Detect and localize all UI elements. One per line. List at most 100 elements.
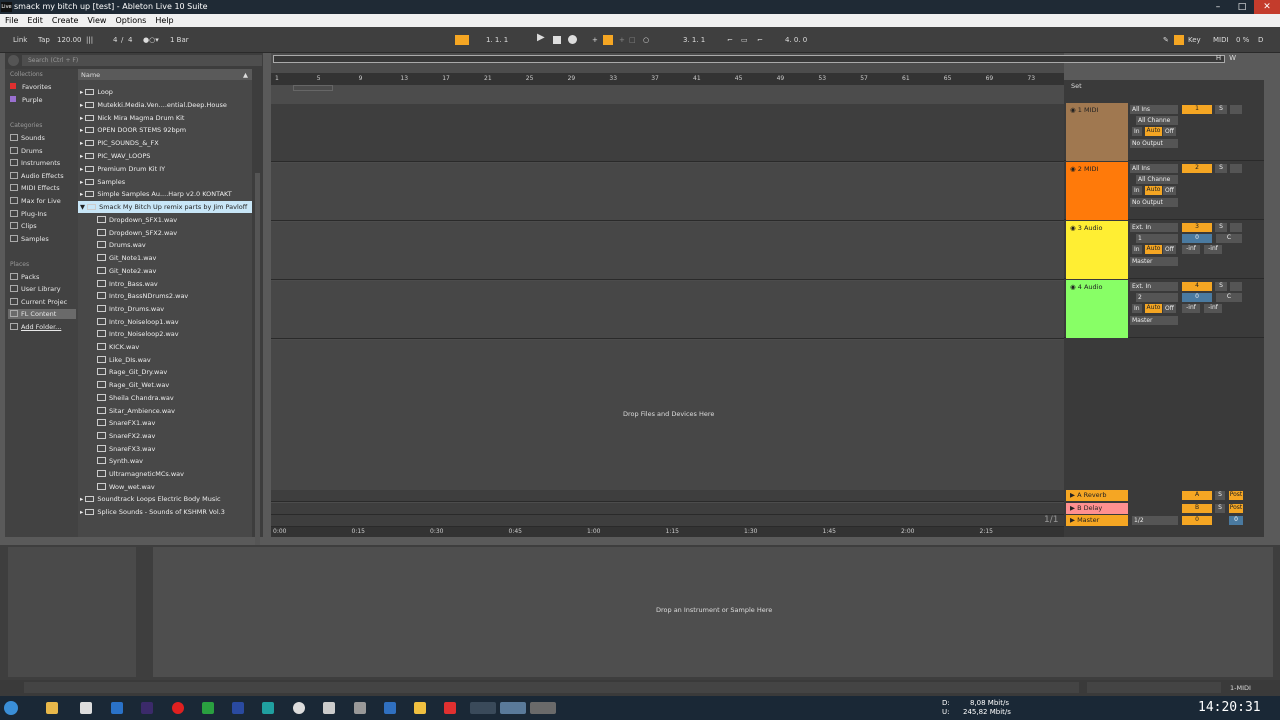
track-header[interactable]: ◉ 3 Audio	[1066, 221, 1128, 279]
fold-icon[interactable]: ◉	[1070, 165, 1078, 173]
sidebar-item-midi-effects[interactable]: MIDI Effects	[10, 184, 60, 192]
tempo-field[interactable]: 120.00	[57, 35, 82, 45]
pan-field[interactable]: C	[1216, 293, 1242, 302]
loop-start-field[interactable]: 3. 1. 1	[683, 35, 705, 45]
menu-edit[interactable]: Edit	[22, 14, 47, 25]
fold-icon[interactable]: ◉	[1070, 283, 1078, 291]
volume-field[interactable]: 0	[1182, 234, 1212, 243]
draw-mode-icon[interactable]: ✎	[1163, 35, 1169, 45]
monitor-off-button[interactable]: Off	[1163, 304, 1176, 313]
opera-icon[interactable]	[172, 702, 184, 714]
arm-button[interactable]	[1230, 223, 1242, 232]
file-item[interactable]: Like_DIs.wav	[97, 354, 151, 366]
folder-item[interactable]: ▸ Samples	[80, 176, 125, 188]
monitor-off-button[interactable]: Off	[1163, 245, 1176, 254]
browser-toggle-icon[interactable]	[8, 55, 19, 66]
folder-item[interactable]: ▸ PIC_SOUNDS_&_FX	[80, 137, 159, 149]
input-type-select[interactable]: Ext. In	[1130, 223, 1178, 232]
stop-icon[interactable]	[553, 36, 561, 44]
search-input[interactable]: Search (Ctrl + F)	[22, 55, 262, 66]
return-lane-a[interactable]	[271, 490, 1064, 502]
input-type-select[interactable]: Ext. In	[1130, 282, 1178, 291]
track-header[interactable]: ◉ 1 MIDI	[1066, 103, 1128, 161]
folder-item[interactable]: ▸ Soundtrack Loops Electric Body Music	[80, 493, 221, 505]
folder-item[interactable]: ▸ Premium Drum Kit IY	[80, 163, 165, 175]
input-channel-select[interactable]: 1	[1136, 234, 1178, 243]
punch-in-icon[interactable]: ⌐	[727, 35, 733, 45]
h-button[interactable]: H	[1216, 54, 1221, 62]
menu-view[interactable]: View	[82, 14, 110, 25]
menu-options[interactable]: Options	[110, 14, 150, 25]
drop-area[interactable]: Drop Files and Devices Here	[271, 340, 1064, 490]
solo-button[interactable]: S	[1215, 503, 1225, 513]
solo-button[interactable]: S	[1215, 491, 1225, 500]
system-tray[interactable]	[1030, 702, 1190, 714]
app-icon-2[interactable]	[111, 702, 123, 714]
link-button[interactable]: Link	[13, 35, 27, 45]
bar-ruler[interactable]: 1 5 9 13 17 21 25 29 33 37 41 45 49 53 57 61 65 69 73	[271, 73, 1064, 85]
pan-field[interactable]: C	[1216, 234, 1242, 243]
arm-button[interactable]	[1230, 105, 1242, 114]
dots-icon[interactable]: ●○▾	[143, 35, 159, 45]
master-lane[interactable]	[271, 515, 1064, 527]
file-item[interactable]: UltramagneticMCs.wav	[97, 468, 184, 480]
file-item[interactable]: Intro_Noiseloop1.wav	[97, 316, 179, 328]
folder-item[interactable]: ▸ Nick Mira Magma Drum Kit	[80, 112, 184, 124]
position-field[interactable]: 1. 1. 1	[486, 35, 508, 45]
app-icon-6[interactable]	[293, 702, 305, 714]
post-button[interactable]: 0	[1229, 516, 1243, 525]
folder-item[interactable]: ▸ Mutekki.Media.Ven....ential.Deep.House	[80, 99, 227, 111]
maximize-icon[interactable]: □	[1230, 0, 1254, 14]
sidebar-item-favorites[interactable]: Favorites	[10, 83, 51, 91]
sidebar-item-max-for-live[interactable]: Max for Live	[10, 197, 61, 205]
return-header[interactable]: ▶ A Reverb	[1066, 490, 1128, 501]
file-item[interactable]: Sitar_Ambience.wav	[97, 405, 175, 417]
sidebar-item-drums[interactable]: Drums	[10, 147, 43, 155]
return-activator[interactable]: B	[1182, 503, 1212, 513]
volume-field[interactable]: 0	[1182, 293, 1212, 302]
selected-folder[interactable]: ▼ Smack My Bitch Up remix parts by Jim P…	[78, 201, 252, 213]
w-button[interactable]: W	[1229, 54, 1236, 62]
device-drop-area[interactable]: Drop an Instrument or Sample Here	[153, 547, 1273, 677]
menu-create[interactable]: Create	[47, 14, 83, 25]
app-icon-11[interactable]	[444, 702, 456, 714]
track-lane-1[interactable]	[271, 104, 1064, 162]
folder-item[interactable]: ▸ Simple Samples Au....Harp v2.0 KONTAKT	[80, 188, 232, 200]
minimize-icon[interactable]: –	[1206, 0, 1230, 14]
track-activator[interactable]: 4	[1182, 282, 1212, 291]
folder-item[interactable]: ▸ Splice Sounds - Sounds of KSHMR Vol.3	[80, 506, 225, 518]
track-activator[interactable]: 3	[1182, 223, 1212, 232]
tap-button[interactable]: Tap	[38, 35, 50, 45]
monitor-auto-button[interactable]: Auto	[1145, 186, 1162, 195]
browser-scrollbar[interactable]	[255, 173, 260, 553]
return-header[interactable]: ▶ B Delay	[1066, 502, 1128, 514]
explorer-icon[interactable]	[46, 702, 58, 714]
loop-switch-icon[interactable]: ▭	[741, 35, 748, 45]
app-icon-4[interactable]	[232, 702, 244, 714]
folder-item[interactable]: ▸ PIC_WAV_LOOPS	[80, 150, 150, 162]
file-item[interactable]: Drums.wav	[97, 239, 146, 251]
app-icon-3[interactable]	[202, 702, 214, 714]
output-select[interactable]: No Output	[1130, 139, 1178, 148]
solo-button[interactable]: S	[1215, 164, 1227, 173]
app-icon-10[interactable]	[414, 702, 426, 714]
arm-button[interactable]	[1230, 282, 1242, 291]
file-item[interactable]: Intro_Bass.wav	[97, 278, 158, 290]
file-item[interactable]: KICK.wav	[97, 341, 139, 353]
return-lane-b[interactable]	[271, 503, 1064, 515]
file-item[interactable]: Wow_wet.wav	[97, 481, 155, 493]
start-button[interactable]	[4, 701, 18, 715]
app-icon-12[interactable]	[500, 702, 526, 714]
app-icon-5[interactable]	[262, 702, 274, 714]
output-select[interactable]: Master	[1130, 257, 1178, 266]
overdub-icon[interactable]: +	[592, 35, 598, 45]
loop-length-field[interactable]: 4. 0. 0	[785, 35, 807, 45]
folder-item[interactable]: ▸ OPEN DOOR STEMS 92bpm	[80, 124, 186, 136]
track-lane-2[interactable]	[271, 163, 1064, 221]
file-item[interactable]: Rage_Git_Dry.wav	[97, 366, 167, 378]
solo-button[interactable]: S	[1215, 282, 1227, 291]
session-record-icon[interactable]: □	[629, 35, 636, 45]
monitor-auto-button[interactable]: Auto	[1145, 304, 1162, 313]
solo-button[interactable]: S	[1215, 223, 1227, 232]
record-icon[interactable]	[568, 35, 577, 44]
